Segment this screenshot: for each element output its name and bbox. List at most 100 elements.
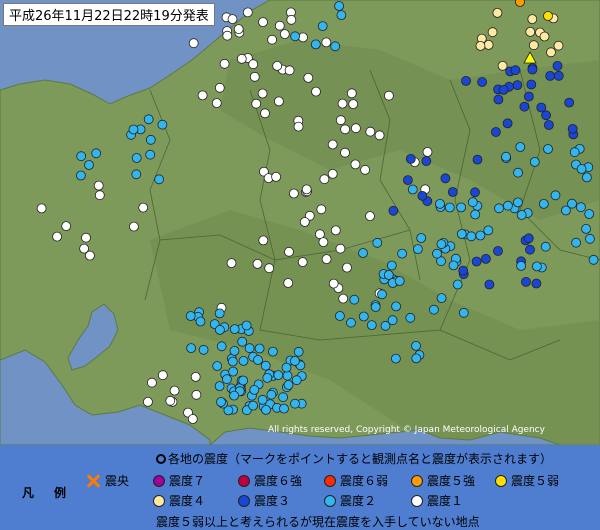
station-marker-int2[interactable]: [154, 174, 165, 185]
station-marker-int2[interactable]: [186, 343, 197, 354]
station-marker-int2[interactable]: [582, 172, 592, 183]
station-marker-int3[interactable]: [521, 276, 531, 287]
station-marker-int3[interactable]: [498, 85, 509, 95]
station-marker-int1[interactable]: [311, 86, 321, 97]
station-marker-int2[interactable]: [253, 355, 263, 365]
station-marker-int2[interactable]: [448, 260, 459, 271]
station-marker-int1[interactable]: [374, 130, 385, 141]
station-marker-int1[interactable]: [258, 235, 269, 246]
station-marker-int1[interactable]: [337, 98, 348, 109]
station-marker-int1[interactable]: [227, 14, 238, 25]
station-marker-int3[interactable]: [440, 173, 451, 184]
station-marker-int1[interactable]: [214, 82, 225, 93]
station-marker-int2[interactable]: [143, 114, 154, 125]
station-marker-int2[interactable]: [513, 197, 523, 208]
station-marker-int1[interactable]: [248, 59, 259, 70]
station-marker-int4[interactable]: [527, 14, 538, 25]
station-marker-int1[interactable]: [157, 370, 168, 381]
station-marker-int1[interactable]: [142, 396, 153, 407]
station-marker-int1[interactable]: [422, 147, 433, 157]
station-marker-int1[interactable]: [138, 202, 149, 213]
station-marker-int1[interactable]: [264, 263, 275, 274]
station-marker-int2[interactable]: [390, 353, 401, 364]
station-marker-int2[interactable]: [412, 244, 423, 255]
station-marker-int3[interactable]: [523, 233, 534, 244]
station-marker-int2[interactable]: [456, 202, 467, 213]
station-marker-int2[interactable]: [584, 209, 595, 219]
station-marker-int2[interactable]: [273, 370, 284, 381]
station-marker-int1[interactable]: [165, 395, 176, 406]
station-marker-int1[interactable]: [169, 385, 180, 396]
station-marker-int2[interactable]: [501, 151, 511, 162]
station-marker-int3[interactable]: [472, 154, 483, 165]
station-marker-int2[interactable]: [281, 362, 292, 373]
station-marker-int1[interactable]: [350, 159, 361, 170]
station-marker-int1[interactable]: [319, 174, 330, 185]
station-marker-int1[interactable]: [383, 90, 394, 101]
station-marker-int1[interactable]: [335, 243, 346, 254]
station-marker-int2[interactable]: [475, 230, 486, 241]
station-marker-int2[interactable]: [185, 311, 196, 321]
station-marker-int1[interactable]: [242, 7, 253, 18]
station-marker-int1[interactable]: [188, 38, 199, 49]
station-marker-int2[interactable]: [195, 316, 206, 327]
station-marker-int1[interactable]: [94, 190, 105, 201]
station-marker-int1[interactable]: [330, 225, 341, 236]
station-marker-int2[interactable]: [131, 169, 142, 180]
station-marker-int3[interactable]: [553, 70, 564, 81]
station-marker-int1[interactable]: [318, 237, 329, 248]
station-marker-int2[interactable]: [516, 210, 527, 220]
station-marker-int1[interactable]: [267, 34, 278, 45]
station-marker-int3[interactable]: [502, 118, 513, 129]
station-marker-int3[interactable]: [564, 97, 575, 108]
station-marker-int2[interactable]: [228, 366, 239, 377]
station-marker-int2[interactable]: [452, 279, 463, 290]
station-marker-int2[interactable]: [198, 344, 209, 355]
station-marker-int3[interactable]: [531, 278, 542, 289]
station-marker-int1[interactable]: [283, 278, 294, 288]
station-marker-int2[interactable]: [238, 355, 249, 366]
station-marker-int2[interactable]: [254, 343, 265, 354]
station-marker-int4[interactable]: [497, 61, 508, 71]
station-marker-int2[interactable]: [260, 360, 271, 371]
station-marker-int1[interactable]: [61, 221, 72, 232]
station-marker-int1[interactable]: [340, 124, 351, 135]
station-marker-int1[interactable]: [146, 377, 157, 388]
station-marker-int2[interactable]: [358, 248, 368, 258]
station-marker-int3[interactable]: [544, 120, 554, 130]
station-marker-int1[interactable]: [187, 414, 198, 424]
station-marker-int2[interactable]: [279, 403, 289, 414]
station-marker-int3[interactable]: [526, 79, 537, 90]
station-marker-int2[interactable]: [435, 198, 445, 209]
station-marker-int1[interactable]: [279, 29, 290, 39]
station-marker-int1[interactable]: [335, 115, 346, 126]
station-marker-int2[interactable]: [588, 254, 599, 265]
station-marker-int4[interactable]: [528, 40, 539, 51]
station-marker-int2[interactable]: [214, 324, 225, 335]
station-marker-int1[interactable]: [260, 108, 270, 119]
station-marker-int2[interactable]: [581, 223, 591, 234]
station-marker-int2[interactable]: [128, 124, 139, 135]
station-marker-int2[interactable]: [282, 370, 293, 381]
station-marker-int2[interactable]: [216, 341, 227, 352]
station-marker-int1[interactable]: [321, 254, 332, 265]
station-marker-int1[interactable]: [128, 221, 139, 232]
station-marker-int2[interactable]: [569, 147, 580, 158]
station-marker-int3[interactable]: [567, 123, 578, 134]
station-marker-int2[interactable]: [372, 237, 383, 248]
station-marker-int1[interactable]: [272, 61, 283, 71]
station-marker-int1[interactable]: [338, 293, 349, 304]
station-marker-int2[interactable]: [366, 320, 377, 331]
station-marker-int5upper[interactable]: [515, 0, 525, 7]
station-marker-int1[interactable]: [197, 90, 208, 101]
station-marker-int2[interactable]: [494, 203, 504, 214]
station-marker-int2[interactable]: [383, 270, 394, 280]
station-marker-int1[interactable]: [342, 262, 352, 273]
station-marker-int1[interactable]: [284, 65, 295, 76]
station-marker-int3[interactable]: [388, 205, 399, 216]
station-marker-int1[interactable]: [327, 168, 338, 179]
station-marker-int3[interactable]: [490, 127, 501, 137]
station-marker-int3[interactable]: [541, 110, 551, 121]
station-marker-int2[interactable]: [529, 156, 540, 167]
station-marker-int1[interactable]: [190, 371, 201, 382]
